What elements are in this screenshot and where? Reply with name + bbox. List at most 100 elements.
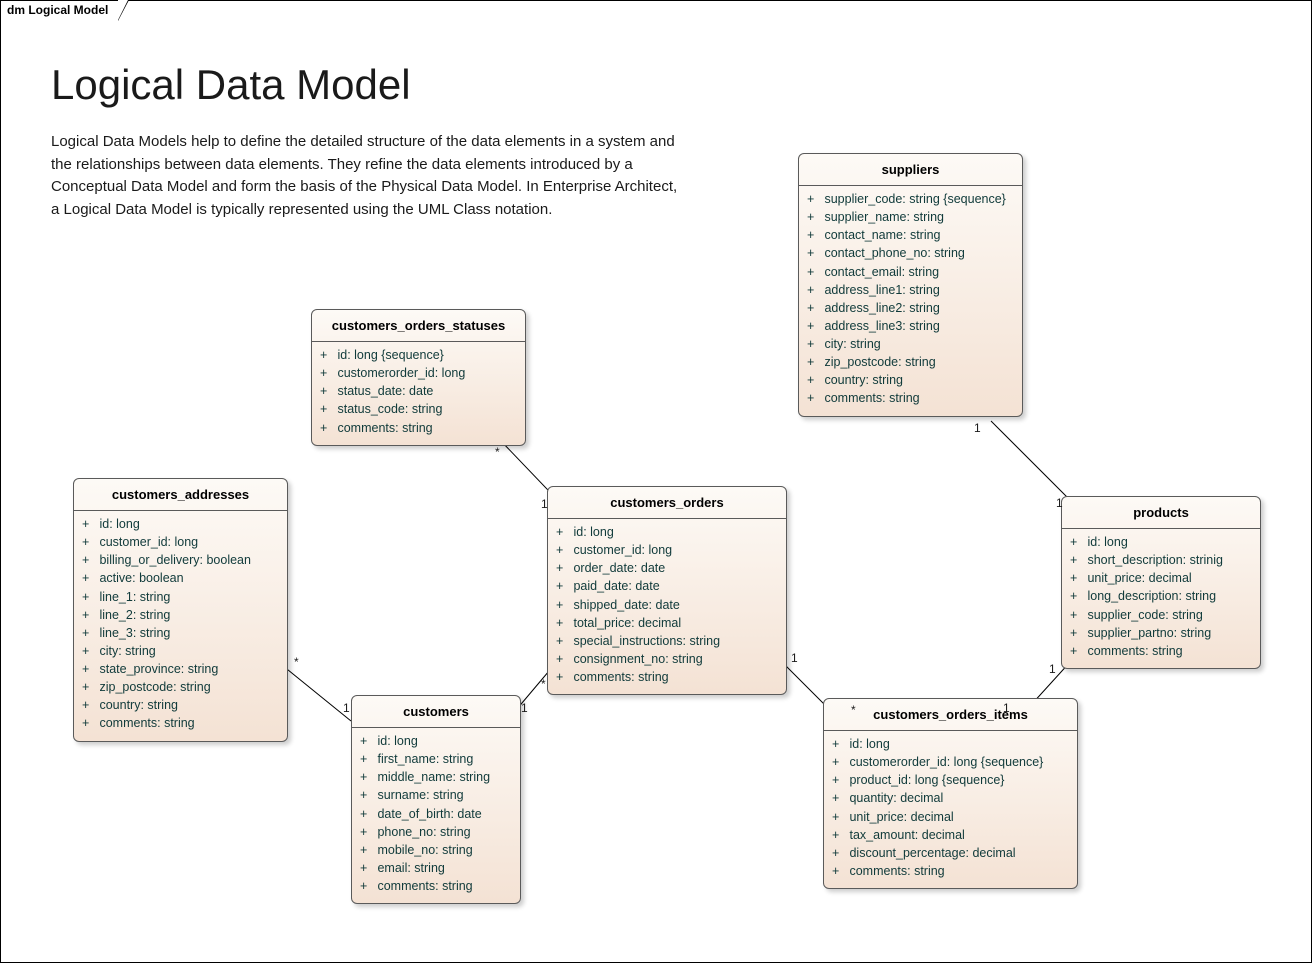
attribute-row: + id: long bbox=[832, 735, 1069, 753]
attribute-text: zip_postcode: string bbox=[821, 355, 936, 369]
attribute-row: + comments: string bbox=[1070, 642, 1252, 660]
visibility-marker: + bbox=[807, 281, 821, 299]
attribute-row: + supplier_code: string {sequence} bbox=[807, 190, 1014, 208]
attribute-row: + comments: string bbox=[360, 877, 512, 895]
visibility-marker: + bbox=[360, 768, 374, 786]
attribute-row: + order_date: date bbox=[556, 559, 778, 577]
visibility-marker: + bbox=[807, 208, 821, 226]
attribute-row: + product_id: long {sequence} bbox=[832, 771, 1069, 789]
attribute-text: city: string bbox=[821, 337, 881, 351]
attribute-text: first_name: string bbox=[374, 752, 473, 766]
visibility-marker: + bbox=[82, 515, 96, 533]
multiplicity-label: 1 bbox=[974, 421, 981, 435]
attribute-row: + contact_email: string bbox=[807, 263, 1014, 281]
visibility-marker: + bbox=[832, 826, 846, 844]
attribute-text: email: string bbox=[374, 861, 445, 875]
visibility-marker: + bbox=[1070, 551, 1084, 569]
visibility-marker: + bbox=[832, 735, 846, 753]
attribute-row: + status_code: string bbox=[320, 400, 517, 418]
visibility-marker: + bbox=[360, 859, 374, 877]
visibility-marker: + bbox=[82, 714, 96, 732]
attribute-row: + phone_no: string bbox=[360, 823, 512, 841]
attribute-text: consignment_no: string bbox=[570, 652, 703, 666]
entity-header: customers_addresses bbox=[74, 479, 287, 511]
visibility-marker: + bbox=[82, 624, 96, 642]
attribute-text: product_id: long {sequence} bbox=[846, 773, 1004, 787]
attribute-text: customer_id: long bbox=[570, 543, 672, 557]
entity-body: + id: long+ first_name: string+ middle_n… bbox=[352, 728, 520, 903]
attribute-text: id: long bbox=[96, 517, 140, 531]
visibility-marker: + bbox=[1070, 606, 1084, 624]
attribute-row: + address_line1: string bbox=[807, 281, 1014, 299]
attribute-text: middle_name: string bbox=[374, 770, 490, 784]
attribute-text: status_date: date bbox=[334, 384, 433, 398]
attribute-text: comments: string bbox=[570, 670, 669, 684]
attribute-row: + id: long bbox=[360, 732, 512, 750]
attribute-row: + comments: string bbox=[556, 668, 778, 686]
visibility-marker: + bbox=[360, 786, 374, 804]
attribute-row: + supplier_name: string bbox=[807, 208, 1014, 226]
visibility-marker: + bbox=[360, 750, 374, 768]
visibility-marker: + bbox=[320, 400, 334, 418]
attribute-text: id: long bbox=[846, 737, 890, 751]
entity-body: + id: long+ short_description: strinig+ … bbox=[1062, 529, 1260, 668]
visibility-marker: + bbox=[82, 569, 96, 587]
attribute-row: + id: long bbox=[556, 523, 778, 541]
multiplicity-label: 1 bbox=[541, 497, 548, 511]
visibility-marker: + bbox=[82, 533, 96, 551]
attribute-row: + supplier_code: string bbox=[1070, 606, 1252, 624]
multiplicity-label: * bbox=[294, 655, 299, 669]
attribute-text: state_province: string bbox=[96, 662, 218, 676]
attribute-row: + shipped_date: date bbox=[556, 596, 778, 614]
visibility-marker: + bbox=[832, 844, 846, 862]
attribute-row: + contact_name: string bbox=[807, 226, 1014, 244]
visibility-marker: + bbox=[360, 877, 374, 895]
diagram-canvas: dm Logical Model Logical Data Model Logi… bbox=[0, 0, 1312, 963]
attribute-text: contact_email: string bbox=[821, 265, 939, 279]
attribute-text: paid_date: date bbox=[570, 579, 660, 593]
attribute-row: + billing_or_delivery: boolean bbox=[82, 551, 279, 569]
attribute-row: + quantity: decimal bbox=[832, 789, 1069, 807]
visibility-marker: + bbox=[320, 346, 334, 364]
visibility-marker: + bbox=[82, 696, 96, 714]
visibility-marker: + bbox=[556, 614, 570, 632]
attribute-text: date_of_birth: date bbox=[374, 807, 482, 821]
entity-body: + id: long {sequence}+ customerorder_id:… bbox=[312, 342, 525, 445]
visibility-marker: + bbox=[82, 678, 96, 696]
visibility-marker: + bbox=[556, 650, 570, 668]
visibility-marker: + bbox=[807, 226, 821, 244]
visibility-marker: + bbox=[832, 862, 846, 880]
attribute-text: zip_postcode: string bbox=[96, 680, 211, 694]
attribute-row: + contact_phone_no: string bbox=[807, 244, 1014, 262]
multiplicity-label: * bbox=[541, 677, 546, 691]
entity-suppliers: suppliers + supplier_code: string {seque… bbox=[798, 153, 1023, 417]
attribute-text: id: long {sequence} bbox=[334, 348, 444, 362]
entity-body: + id: long + customer_id: long + order_dat… bbox=[548, 519, 786, 694]
multiplicity-label: 1 bbox=[521, 701, 528, 715]
attribute-text: id: long bbox=[1084, 535, 1128, 549]
visibility-marker: + bbox=[807, 190, 821, 208]
entity-body: + id: long+ customer_id: long+ billing_o… bbox=[74, 511, 287, 741]
attribute-text: phone_no: string bbox=[374, 825, 471, 839]
attribute-text: surname: string bbox=[374, 788, 464, 802]
attribute-text: customer_id: long bbox=[96, 535, 198, 549]
attribute-row: + consignment_no: string bbox=[556, 650, 778, 668]
attribute-text: supplier_name: string bbox=[821, 210, 944, 224]
entity-customers-orders-items: customers_orders_items + id: long+ custo… bbox=[823, 698, 1078, 889]
visibility-marker: + bbox=[1070, 587, 1084, 605]
attribute-text: customerorder_id: long {sequence} bbox=[846, 755, 1043, 769]
attribute-row: + special_instructions: string bbox=[556, 632, 778, 650]
attribute-row: + total_price: decimal bbox=[556, 614, 778, 632]
entity-header: customers_orders_items bbox=[824, 699, 1077, 731]
attribute-text: quantity: decimal bbox=[846, 791, 943, 805]
attribute-text: comments: string bbox=[846, 864, 945, 878]
attribute-text: comments: string bbox=[96, 716, 195, 730]
attribute-row: + mobile_no: string bbox=[360, 841, 512, 859]
attribute-text: billing_or_delivery: boolean bbox=[96, 553, 251, 567]
attribute-text: contact_phone_no: string bbox=[821, 246, 965, 260]
visibility-marker: + bbox=[320, 419, 334, 437]
attribute-text: address_line2: string bbox=[821, 301, 940, 315]
attribute-row: + comments: string bbox=[320, 419, 517, 437]
attribute-row: + country: string bbox=[807, 371, 1014, 389]
attribute-text: short_description: strinig bbox=[1084, 553, 1223, 567]
